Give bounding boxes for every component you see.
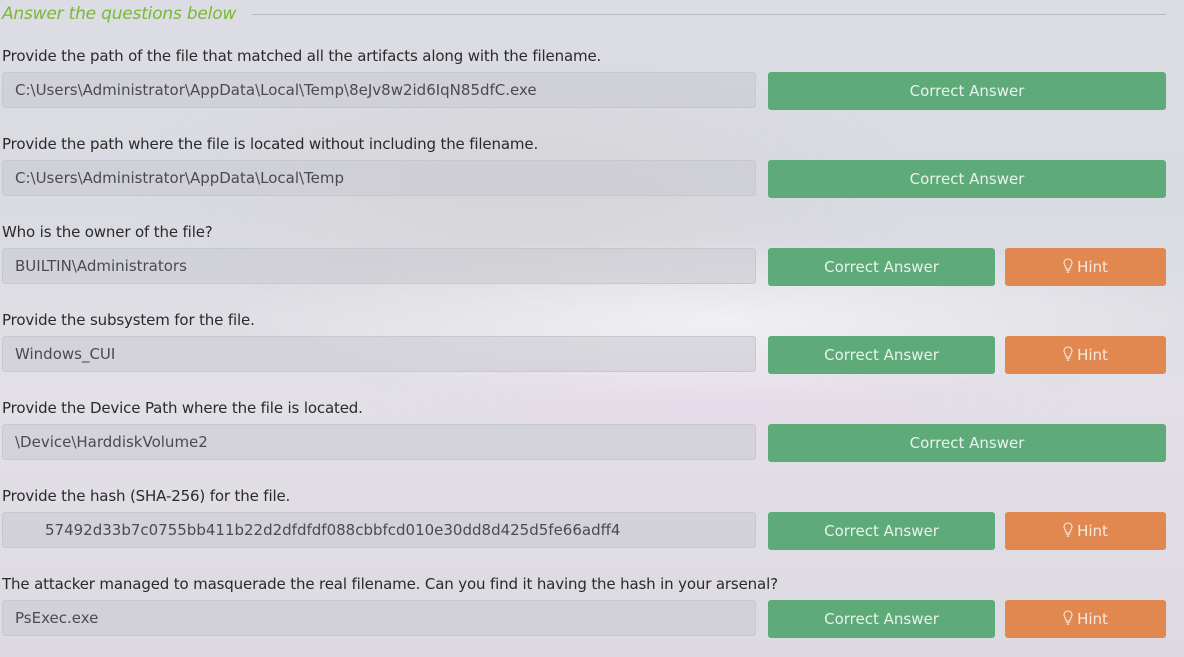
hint-label: Hint bbox=[1077, 258, 1108, 276]
hint-label: Hint bbox=[1077, 610, 1108, 628]
questions-header: Answer the questions below bbox=[2, 4, 1166, 26]
question-4: Provide the subsystem for the file. Wind… bbox=[2, 310, 1166, 398]
lightbulb-icon bbox=[1063, 257, 1073, 273]
correct-answer-button[interactable]: Correct Answer bbox=[768, 424, 1166, 462]
correct-answer-button[interactable]: Correct Answer bbox=[768, 72, 1166, 110]
question-text: Provide the path of the file that matche… bbox=[2, 47, 602, 65]
answer-field[interactable]: C:\Users\Administrator\AppData\Local\Tem… bbox=[2, 160, 756, 196]
question-1: Provide the path of the file that matche… bbox=[2, 46, 1166, 134]
question-2: Provide the path where the file is locat… bbox=[2, 134, 1166, 222]
answer-field[interactable]: PsExec.exe bbox=[2, 600, 756, 636]
correct-answer-button[interactable]: Correct Answer bbox=[768, 248, 995, 286]
question-3: Who is the owner of the file? BUILTIN\Ad… bbox=[2, 222, 1166, 310]
hint-label: Hint bbox=[1077, 346, 1108, 364]
question-text: Provide the Device Path where the file i… bbox=[2, 399, 363, 417]
header-divider bbox=[252, 14, 1166, 15]
question-5: Provide the Device Path where the file i… bbox=[2, 398, 1166, 486]
hint-button[interactable]: Hint bbox=[1005, 248, 1166, 286]
correct-answer-button[interactable]: Correct Answer bbox=[768, 160, 1166, 198]
question-7: The attacker managed to masquerade the r… bbox=[2, 574, 1166, 657]
question-text: Provide the path where the file is locat… bbox=[2, 135, 539, 153]
hint-button[interactable]: Hint bbox=[1005, 512, 1166, 550]
lightbulb-icon bbox=[1063, 345, 1073, 361]
correct-answer-button[interactable]: Correct Answer bbox=[768, 336, 995, 374]
lightbulb-icon bbox=[1063, 521, 1073, 537]
correct-answer-button[interactable]: Correct Answer bbox=[768, 600, 995, 638]
answer-field[interactable]: \Device\HarddiskVolume2 bbox=[2, 424, 756, 460]
question-text: Who is the owner of the file? bbox=[2, 223, 213, 241]
section-title: Answer the questions below bbox=[2, 4, 237, 24]
question-text: Provide the subsystem for the file. bbox=[2, 311, 255, 329]
question-text: Provide the hash (SHA-256) for the file. bbox=[2, 487, 291, 505]
hint-label: Hint bbox=[1077, 522, 1108, 540]
hint-button[interactable]: Hint bbox=[1005, 600, 1166, 638]
hint-button[interactable]: Hint bbox=[1005, 336, 1166, 374]
answer-field[interactable]: 57492d33b7c0755bb411b22d2dfdfdf088cbbfcd… bbox=[2, 512, 756, 548]
answer-field[interactable]: C:\Users\Administrator\AppData\Local\Tem… bbox=[2, 72, 756, 108]
lightbulb-icon bbox=[1063, 609, 1073, 625]
answer-field[interactable]: BUILTIN\Administrators bbox=[2, 248, 756, 284]
correct-answer-button[interactable]: Correct Answer bbox=[768, 512, 995, 550]
answer-field[interactable]: Windows_CUI bbox=[2, 336, 756, 372]
question-6: Provide the hash (SHA-256) for the file.… bbox=[2, 486, 1166, 574]
question-text: The attacker managed to masquerade the r… bbox=[2, 575, 778, 593]
